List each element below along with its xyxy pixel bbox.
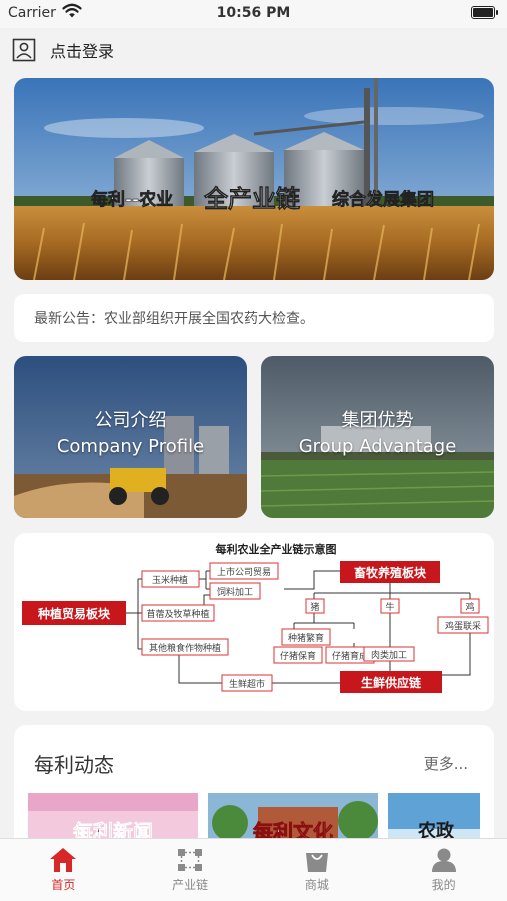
tab-shop[interactable]: 商城 (254, 839, 381, 901)
tab-shop-label: 商城 (304, 878, 329, 892)
chain-fresh-market: 生鲜超市 (229, 678, 265, 690)
group-advantage-caption: 集团优势 Group Advantage (261, 408, 494, 460)
chain-livestock: 畜牧养殖板块 (354, 565, 427, 580)
user-icon (431, 848, 456, 872)
login-label: 点击登录 (50, 42, 115, 61)
chain-icon (178, 849, 203, 871)
company-profile-caption: 公司介绍 Company Profile (14, 408, 247, 460)
banner-slogan-c: 综合发展集团 (332, 189, 434, 210)
home-icon (50, 848, 77, 872)
tab-mine[interactable]: 我的 (380, 839, 507, 901)
chain-diagram-graphic: 每利农业全产业链示意图 种植贸易板块 玉米种植 苜蓿及牧草种植 其他粮食作物种植… (22, 542, 489, 693)
battery-icon (471, 6, 498, 19)
chain-planting: 种植贸易板块 (37, 606, 111, 621)
shopping-bag-icon (305, 853, 328, 872)
banner-slogan-b: 全产业链 (203, 185, 301, 213)
chain-other-crops: 其他粮食作物种植 (149, 642, 221, 654)
bottom-tab-bar: 首页 产业链 商城 我的 (0, 838, 507, 901)
chain-pig-breeding: 种猪繁育 (288, 632, 324, 644)
hero-banner[interactable]: 每利--农业 全产业链 综合发展集团 (14, 78, 494, 280)
status-bar: Carrier 10:56 PM (0, 0, 507, 28)
chain-corn: 玉米种植 (152, 574, 188, 586)
group-advantage-card[interactable]: 集团优势 Group Advantage (261, 356, 494, 518)
chain-cattle: 牛 (385, 601, 394, 613)
announcement-text: 最新公告：农业部组织开展全国农药大检查。 (34, 311, 314, 327)
tab-home-label: 首页 (51, 878, 76, 892)
group-advantage-subtitle: Group Advantage (298, 436, 457, 457)
chain-chicken: 鸡 (465, 601, 474, 613)
news-section: 每利动态 更多... 每利新闻 每利文化 农政 (14, 725, 494, 855)
company-profile-title: 公司介绍 (94, 410, 167, 431)
chain-pig: 猪 (310, 601, 319, 613)
news-title: 每利动态 (34, 753, 114, 777)
chain-piglet-care: 仔猪保育 (280, 650, 316, 662)
user-card-icon (12, 38, 36, 62)
chain-egg-contract: 鸡蛋联采 (445, 620, 481, 632)
login-row[interactable]: 点击登录 (12, 36, 114, 64)
group-advantage-title: 集团优势 (341, 410, 414, 431)
company-profile-card[interactable]: 公司介绍 Company Profile (14, 356, 247, 518)
banner-image: 每利--农业 全产业链 综合发展集团 (14, 78, 494, 280)
announcement-bar[interactable]: 最新公告：农业部组织开展全国农药大检查。 (14, 294, 494, 342)
tab-chain-label: 产业链 (172, 878, 209, 892)
chain-feed-processing: 饲料加工 (217, 586, 253, 598)
chain-piglet-growing: 仔猪育成 (332, 650, 368, 662)
tab-mine-label: 我的 (431, 878, 456, 892)
chain-title: 每利农业全产业链示意图 (216, 542, 337, 556)
chain-meat-processing: 肉类加工 (371, 649, 407, 661)
chain-listed-trade: 上市公司贸易 (217, 566, 271, 578)
banner-slogan-a: 每利--农业 (91, 189, 173, 210)
clock: 10:56 PM (216, 5, 291, 21)
chain-forage: 苜蓿及牧草种植 (146, 608, 209, 620)
tab-home[interactable]: 首页 (0, 839, 127, 901)
company-profile-subtitle: Company Profile (56, 436, 205, 457)
chain-fresh-supply: 生鲜供应链 (361, 675, 422, 690)
industry-chain-diagram[interactable]: 每利农业全产业链示意图 种植贸易板块 玉米种植 苜蓿及牧草种植 其他粮食作物种植… (14, 533, 494, 711)
news-more-link[interactable]: 更多... (424, 753, 468, 774)
tab-chain[interactable]: 产业链 (127, 839, 254, 901)
